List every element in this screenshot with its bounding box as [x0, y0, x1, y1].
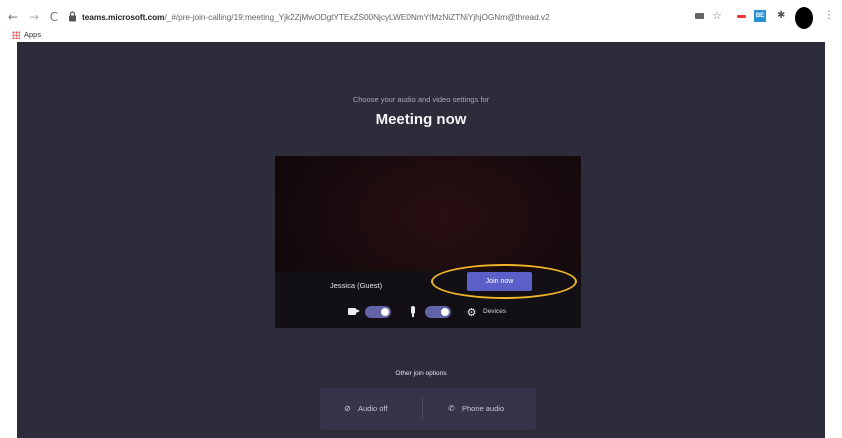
phone-audio-option[interactable]: ✆ Phone audio	[448, 388, 504, 430]
back-arrow-icon[interactable]: ←	[6, 10, 20, 24]
microphone-toggle[interactable]	[425, 306, 451, 318]
lock-icon	[69, 11, 76, 22]
blue-extension-icon[interactable]: BE	[754, 10, 766, 22]
prejoin-subtitle: Choose your audio and video settings for	[352, 95, 490, 104]
puzzle-icon[interactable]: ✱	[777, 10, 787, 22]
star-icon[interactable]: ☆	[712, 10, 724, 22]
other-join-options-label: Other join options	[395, 370, 447, 377]
prejoin-screen: Choose your audio and video settings for…	[17, 42, 825, 438]
options-divider	[422, 398, 423, 420]
apps-bookmark[interactable]: Apps	[24, 30, 41, 40]
camera-toggle[interactable]	[365, 306, 391, 318]
profile-avatar[interactable]	[795, 7, 813, 29]
microphone-icon	[411, 306, 415, 317]
guest-name: Jessica (Guest)	[330, 281, 383, 290]
phone-icon: ✆	[448, 404, 455, 413]
gear-icon[interactable]: ⚙	[466, 307, 477, 318]
meeting-title: Meeting now	[375, 111, 467, 128]
audio-off-label: Audio off	[358, 404, 388, 413]
url-host: teams.microsoft.com	[82, 12, 165, 22]
join-now-button[interactable]: Join now	[467, 272, 532, 291]
apps-grid-icon[interactable]	[12, 31, 20, 39]
phone-audio-label: Phone audio	[462, 404, 505, 413]
devices-button[interactable]: Devices	[483, 308, 506, 315]
preview-controls-bar	[275, 271, 581, 328]
video-camera-icon	[348, 308, 360, 315]
red-extension-icon[interactable]	[737, 15, 746, 18]
audio-off-option[interactable]: ⊘ Audio off	[344, 388, 387, 430]
url-path: /_#/pre-join-calling/19:meeting_Yjk2ZjMw…	[164, 12, 550, 22]
video-preview: Jessica (Guest) Join now ⚙ Devices	[275, 156, 581, 328]
other-join-options: ⊘ Audio off ✆ Phone audio	[320, 388, 536, 430]
reload-icon[interactable]: C	[47, 10, 61, 24]
url-text[interactable]: teams.microsoft.com/_#/pre-join-calling/…	[82, 4, 550, 30]
forward-arrow-icon[interactable]: →	[27, 10, 41, 24]
camera-icon[interactable]	[695, 13, 704, 19]
address-bar[interactable]: teams.microsoft.com/_#/pre-join-calling/…	[64, 4, 682, 30]
kebab-menu-icon[interactable]: ⋮	[824, 10, 834, 22]
bookmarks-bar: Apps	[0, 28, 842, 42]
browser-toolbar: ← → C teams.microsoft.com/_#/pre-join-ca…	[0, 0, 842, 42]
speaker-off-icon: ⊘	[344, 404, 351, 413]
